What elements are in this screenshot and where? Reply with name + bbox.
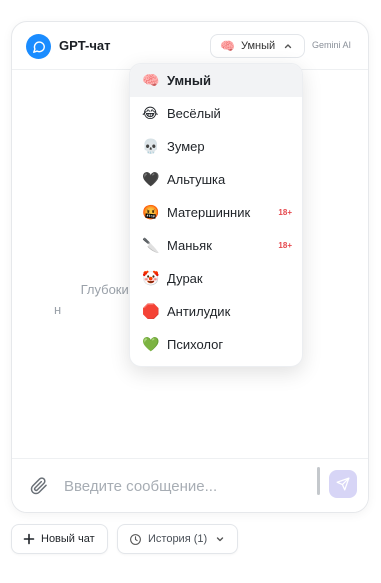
chat-logo-icon — [26, 34, 51, 59]
mode-select-label: Умный — [240, 40, 276, 52]
mode-item-label: Альтушка — [167, 172, 226, 187]
composer — [12, 458, 368, 512]
model-label: Gemini AI — [312, 40, 352, 50]
brain-icon: 🧠 — [142, 72, 160, 88]
history-button[interactable]: История (1) — [117, 524, 238, 554]
message-input[interactable] — [62, 473, 302, 499]
app-title: GPT-чат — [59, 38, 111, 53]
mode-item-label: Дурак — [167, 271, 203, 286]
new-chat-button[interactable]: Новый чат — [11, 524, 108, 554]
green-heart-icon: 💚 — [142, 336, 160, 352]
chevron-up-icon — [284, 44, 292, 49]
send-button[interactable] — [329, 470, 357, 498]
mode-item-smart[interactable]: 🧠 Умный — [130, 64, 302, 97]
mode-select[interactable]: 🧠 Умный — [210, 34, 305, 58]
mode-item-label: Психолог — [167, 337, 224, 352]
age-badge: 18+ — [278, 208, 292, 217]
knife-icon: 🔪 — [142, 237, 160, 253]
mode-item-label: Матершинник — [167, 205, 251, 220]
mode-item-swearer[interactable]: 🤬 Матершинник 18+ — [130, 196, 302, 229]
plus-icon — [23, 533, 35, 545]
stop-sign-icon: 🛑 — [142, 303, 160, 319]
mode-dropdown: 🧠 Умный 😂 Весёлый 💀 Зумер 🖤 Альтушка 🤬 М… — [129, 63, 303, 367]
mode-item-altushka[interactable]: 🖤 Альтушка — [130, 163, 302, 196]
mode-item-label: Маньяк — [167, 238, 212, 253]
angry-face-icon: 🤬 — [142, 204, 160, 220]
clock-icon — [129, 533, 142, 546]
mode-item-fool[interactable]: 🤡 Дурак — [130, 262, 302, 295]
skull-icon: 💀 — [142, 138, 160, 154]
paperclip-icon[interactable] — [30, 477, 48, 495]
mode-item-label: Зумер — [167, 139, 205, 154]
history-label: История (1) — [148, 533, 208, 545]
mode-item-label: Умный — [167, 73, 212, 88]
mode-item-label: Антилудик — [167, 304, 231, 319]
send-icon — [336, 477, 350, 491]
mode-item-label: Весёлый — [167, 106, 221, 121]
mode-item-psychologist[interactable]: 💚 Психолог — [130, 328, 302, 361]
mode-item-zoomer[interactable]: 💀 Зумер — [130, 130, 302, 163]
new-chat-label: Новый чат — [41, 533, 95, 545]
brain-icon: 🧠 — [220, 39, 235, 53]
clown-icon: 🤡 — [142, 270, 160, 286]
input-divider — [317, 467, 320, 495]
chevron-down-icon — [216, 537, 224, 542]
black-heart-icon: 🖤 — [142, 171, 160, 187]
mode-item-funny[interactable]: 😂 Весёлый — [130, 97, 302, 130]
age-badge: 18+ — [278, 241, 292, 250]
mode-item-maniac[interactable]: 🔪 Маньяк 18+ — [130, 229, 302, 262]
mode-item-antiludik[interactable]: 🛑 Антилудик — [130, 295, 302, 328]
laughing-face-icon: 😂 — [142, 105, 159, 121]
